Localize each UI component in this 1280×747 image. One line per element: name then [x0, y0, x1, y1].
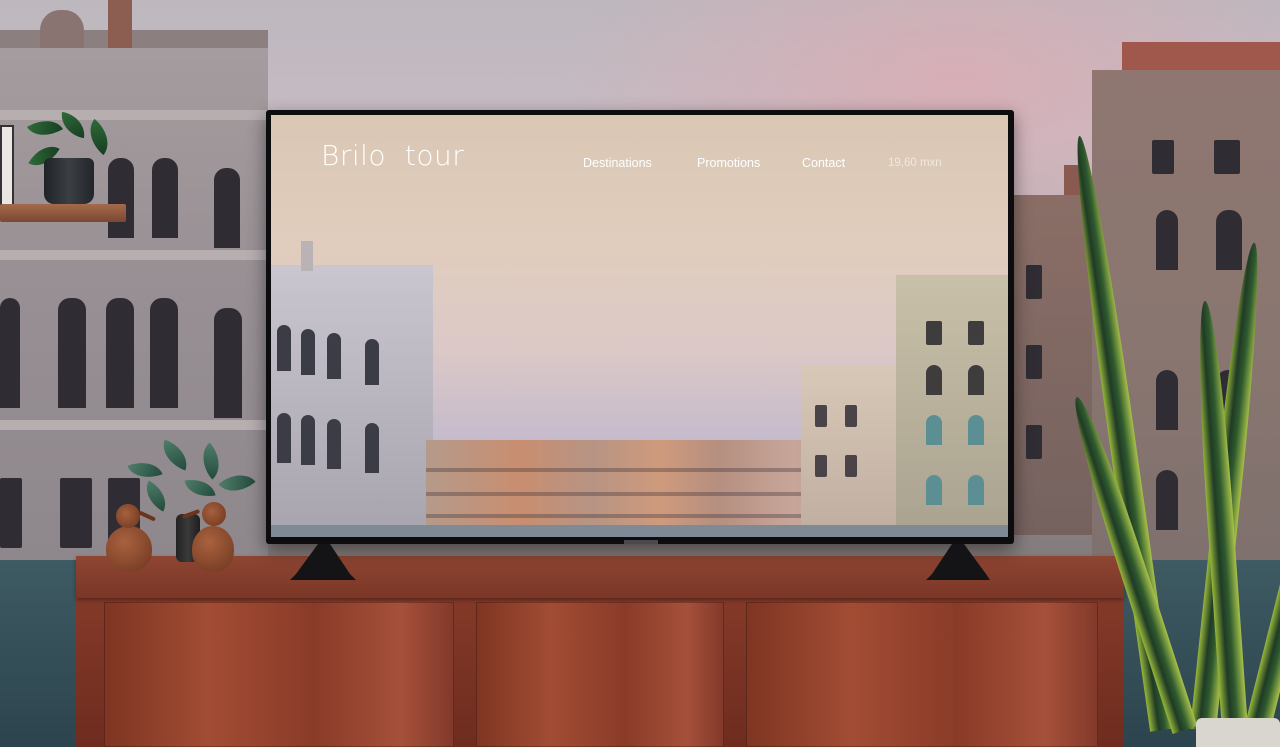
- window: [926, 365, 942, 395]
- window: [1026, 345, 1042, 379]
- window: [214, 308, 242, 418]
- window: [968, 365, 984, 395]
- bird-head: [116, 504, 140, 528]
- chimney: [108, 0, 132, 48]
- window: [301, 329, 315, 375]
- window: [58, 298, 86, 408]
- site-logo[interactable]: Brilo tour: [321, 139, 464, 172]
- plant-pot: [44, 158, 94, 204]
- window: [1156, 210, 1178, 270]
- window: [214, 168, 240, 248]
- picture-frame: [0, 125, 14, 209]
- window: [845, 455, 857, 477]
- cabinet-door-right: [746, 602, 1098, 747]
- window: [327, 333, 341, 379]
- nav-link-promotions[interactable]: Promotions: [697, 156, 760, 170]
- planter-pot: [1196, 718, 1280, 747]
- chimney: [301, 241, 313, 271]
- window: [926, 321, 942, 345]
- window: [152, 158, 178, 238]
- wall-shelf: [0, 204, 126, 222]
- screen-palace-left: [271, 241, 433, 537]
- cornice: [0, 250, 268, 260]
- dormer: [40, 10, 84, 48]
- roof: [1122, 42, 1280, 70]
- bird-head: [202, 502, 226, 526]
- window: [1026, 425, 1042, 459]
- screen-building-tower: [801, 365, 896, 537]
- window: [327, 419, 341, 469]
- window: [1156, 470, 1178, 530]
- price-label: 19,60 mxn: [888, 157, 942, 169]
- window: [1156, 370, 1178, 430]
- screen-building-right: [896, 275, 1008, 537]
- cabinet-door-middle: [476, 602, 724, 747]
- nav-link-destinations[interactable]: Destinations: [583, 156, 652, 170]
- window: [815, 455, 827, 477]
- window: [277, 413, 291, 463]
- window: [1026, 265, 1042, 299]
- window: [301, 415, 315, 465]
- cornice: [0, 110, 268, 120]
- cornice: [0, 420, 268, 430]
- window: [365, 339, 379, 385]
- window: [968, 321, 984, 345]
- window: [0, 478, 22, 548]
- tv-stand-foot-right: [922, 544, 992, 580]
- window: [108, 158, 134, 238]
- window: [1216, 210, 1242, 270]
- window: [845, 405, 857, 427]
- window: [815, 405, 827, 427]
- window: [60, 478, 92, 548]
- window: [926, 475, 942, 505]
- wooden-bird-figurine-icon: [181, 502, 234, 572]
- window: [0, 298, 20, 408]
- nav-link-contact[interactable]: Contact: [802, 156, 845, 170]
- window: [365, 423, 379, 473]
- window: [968, 475, 984, 505]
- screen-canal-water: [271, 525, 1008, 537]
- tv-stand-foot-left: [290, 544, 360, 580]
- window: [1214, 140, 1240, 174]
- cabinet-door-left: [104, 602, 454, 747]
- tv-screen-website: Brilo tour Destinations Promotions Conta…: [271, 115, 1008, 537]
- window: [1152, 140, 1174, 174]
- window: [277, 325, 291, 371]
- window: [968, 415, 984, 445]
- tv-brand-logo: [624, 540, 658, 544]
- wooden-bird-figurine-icon: [106, 504, 157, 572]
- window: [150, 298, 178, 408]
- window: [926, 415, 942, 445]
- window: [106, 298, 134, 408]
